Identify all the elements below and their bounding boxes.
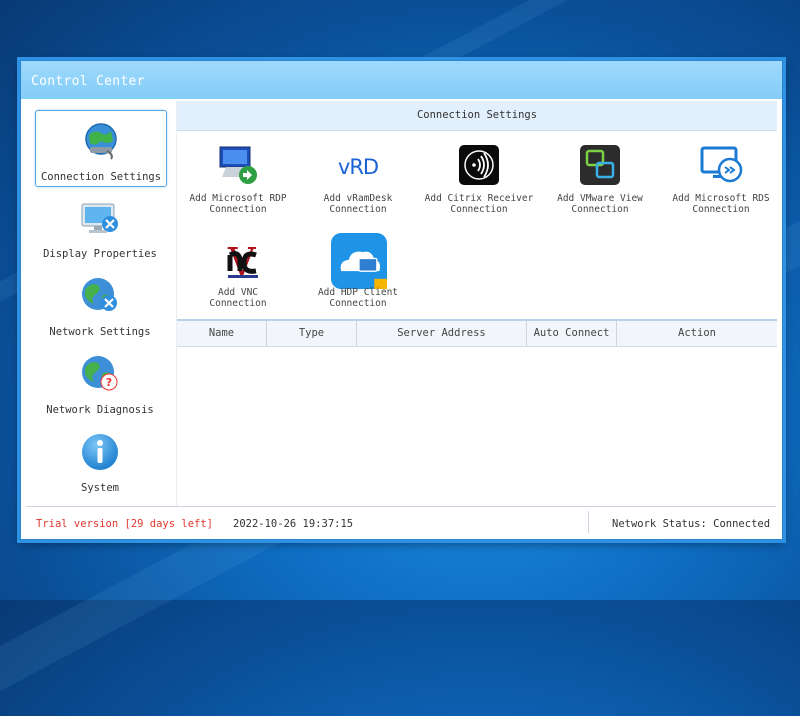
sidebar: Connection Settings Display Properties N… [26,101,176,506]
network-diagnosis-icon: ? [82,356,118,391]
sidebar-item-label: System [81,482,119,494]
svg-text:?: ? [106,376,112,389]
add-citrix-connection[interactable]: Add Citrix Receiver Connection [420,139,538,225]
vmware-icon [580,145,620,185]
connection-label: Add Microsoft RDS Connection [672,193,770,215]
sidebar-item-display-properties[interactable]: Display Properties [35,188,165,263]
connections-table-header: Name Type Server Address Auto Connect Ac… [177,319,777,347]
sidebar-item-system[interactable]: System [35,422,165,497]
column-header-auto-connect[interactable]: Auto Connect [527,321,617,346]
vrd-icon: vRD [338,155,379,179]
citrix-icon [459,145,499,185]
sidebar-item-label: Network Diagnosis [46,404,154,416]
add-vramdesk-connection[interactable]: vRD Add vRamDesk Connection [299,139,417,225]
window-title: Control Center [31,74,145,89]
datetime: 2022-10-26 19:37:15 [233,518,354,530]
sidebar-item-connection-settings[interactable]: Connection Settings [35,110,167,187]
trial-status: Trial version [29 days left] [36,518,214,530]
add-rds-connection[interactable]: Add Microsoft RDS Connection [662,139,780,225]
add-vmware-connection[interactable]: Add VMware View Connection [541,139,659,225]
hdp-icon [331,233,387,289]
connection-settings-icon [85,123,117,160]
rdp-icon [219,146,257,184]
add-hdp-connection[interactable]: Add HDP Client Connection [299,233,417,319]
main-panel: Connection Settings Add Microsoft RDP Co… [176,101,777,506]
connection-label: Add vRamDesk Connection [323,193,393,215]
section-header: Connection Settings [177,101,777,131]
network-settings-icon [82,278,117,311]
status-bar: Trial version [29 days left] 2022-10-26 … [26,506,776,537]
connection-label: Add HDP Client Connection [317,287,399,309]
add-vnc-connection[interactable]: V Add VNC Connection [179,233,297,319]
column-header-name[interactable]: Name [177,321,267,346]
column-header-action[interactable]: Action [617,321,777,346]
connections-table-body [177,347,777,506]
vrd-logo-text: vRD [338,155,378,179]
sidebar-item-label: Connection Settings [40,171,162,183]
vnc-icon: V [227,240,258,281]
column-header-server-address[interactable]: Server Address [357,321,527,346]
sidebar-item-label: Display Properties [43,248,157,260]
connection-label: Add Citrix Receiver Connection [424,193,534,215]
rds-icon [700,146,743,183]
connection-label: Add Microsoft RDP Connection [189,193,287,215]
title-bar[interactable]: Control Center [21,61,782,99]
network-status: Network Status: Connected [612,518,771,530]
connection-label: Add VNC Connection [209,287,267,309]
sidebar-item-label: Network Settings [49,326,151,338]
status-divider [588,511,589,533]
sidebar-item-network-diagnosis[interactable]: ? Network Diagnosis [35,344,165,419]
column-header-type[interactable]: Type [267,321,357,346]
add-rdp-connection[interactable]: Add Microsoft RDP Connection [179,139,297,225]
control-center-window: Control Center Connection Settings Displ… [20,60,783,540]
info-icon [82,434,118,470]
sidebar-item-network-settings[interactable]: Network Settings [35,266,165,341]
connection-label: Add VMware View Connection [557,193,643,215]
display-properties-icon [81,203,118,233]
